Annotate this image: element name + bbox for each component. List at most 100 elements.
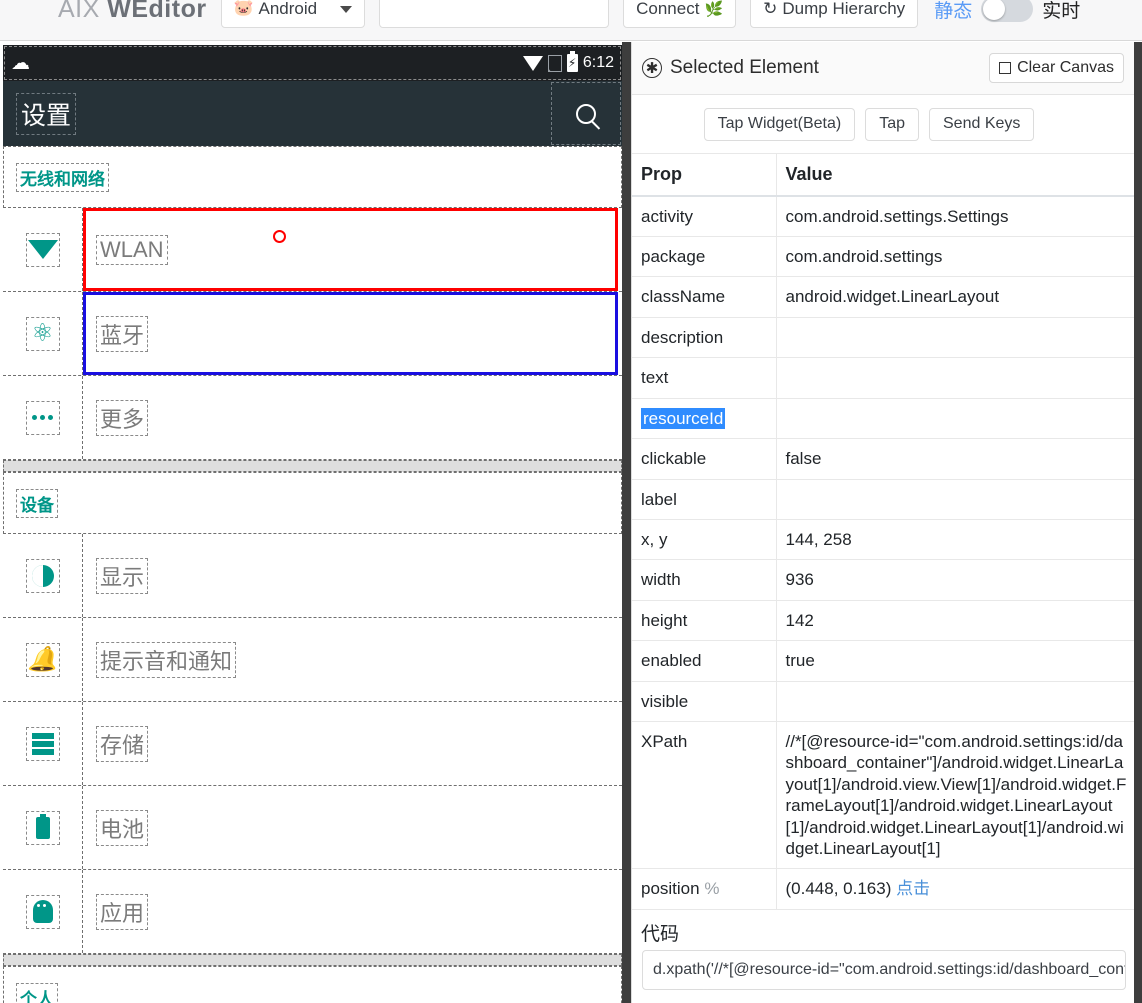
table-row[interactable]: height 142: [632, 599, 1134, 642]
dump-hierarchy-label: Dump Hierarchy: [782, 0, 906, 18]
table-row[interactable]: text: [632, 357, 1134, 399]
list-item-sound[interactable]: 🔔 提示音和通知: [3, 618, 622, 702]
list-item-label: 显示: [95, 557, 149, 594]
prop-value: android.widget.LinearLayout: [776, 276, 1134, 318]
section-header-label: 设备: [16, 488, 58, 518]
prop-name: resourceId: [632, 397, 777, 440]
tap-marker-icon: [273, 230, 286, 243]
table-row[interactable]: className android.widget.LinearLayout: [632, 276, 1134, 318]
checkbox-icon[interactable]: [999, 62, 1012, 74]
prop-name: x, y: [632, 518, 777, 561]
list-item-icon-cell: [3, 534, 83, 617]
code-snippet-field[interactable]: d.xpath('//*[@resource-id="com.android.s…: [642, 949, 1126, 990]
list-item-icon-cell: [3, 786, 83, 869]
position-tap-link[interactable]: 点击: [896, 879, 930, 898]
target-icon: ✱: [642, 58, 662, 78]
wifi-icon: [522, 55, 543, 71]
device-appbar: 设置: [3, 81, 622, 146]
list-item-storage[interactable]: 存储: [3, 702, 622, 786]
section-header-personal: 个人: [3, 966, 622, 1003]
tap-button[interactable]: Tap: [865, 107, 919, 141]
prop-value: true: [776, 640, 1134, 682]
list-item-display[interactable]: 显示: [3, 534, 622, 618]
list-item-label: 存储: [95, 725, 149, 762]
send-keys-button[interactable]: Send Keys: [929, 107, 1035, 141]
connect-button[interactable]: Connect 🌿: [623, 0, 737, 28]
prop-name-selected: resourceId: [641, 407, 726, 429]
android-robot-icon: [25, 894, 60, 929]
battery-charging-icon: [566, 51, 578, 72]
prop-name: XPath: [632, 720, 777, 870]
prop-name: description: [632, 316, 777, 359]
device-canvas[interactable]: ☁ 6:12 设置 无线和网络 WLAN ⚛ 蓝牙: [3, 45, 622, 1003]
section-divider: [3, 954, 622, 966]
chevron-down-icon: [340, 5, 353, 13]
prop-name: enabled: [632, 640, 777, 682]
table-row[interactable]: clickable false: [632, 438, 1134, 480]
inspector-panel: ✱ Selected Element Clear Canvas Tap Widg…: [631, 42, 1134, 1003]
android-robot-icon: 🐷: [233, 0, 254, 17]
list-item-label: 更多: [95, 399, 149, 436]
bluetooth-icon: ⚛: [25, 316, 60, 351]
section-header-label: 个人: [16, 982, 58, 1003]
search-icon[interactable]: [550, 81, 622, 146]
scrollbar-thumb[interactable]: [622, 42, 631, 382]
list-item-label: WLAN: [96, 234, 168, 265]
device-serial-input[interactable]: [379, 0, 610, 28]
toggle-live-label: 实时: [1042, 0, 1081, 22]
statusbar-left: ☁: [11, 54, 30, 73]
list-item-apps[interactable]: 应用: [3, 870, 622, 954]
device-panel-scrollbar[interactable]: [622, 42, 631, 1003]
prop-value-position: (0.448, 0.163) 点击: [776, 868, 1134, 910]
list-item-label: 提示音和通知: [95, 641, 237, 678]
column-header-value: Value: [776, 152, 1134, 197]
table-row[interactable]: resourceId: [632, 397, 1134, 440]
clear-canvas-button[interactable]: Clear Canvas: [989, 53, 1124, 83]
platform-dropdown[interactable]: 🐷 Android: [220, 0, 366, 28]
prop-value: [776, 478, 1134, 520]
list-item-wlan[interactable]: WLAN: [3, 208, 622, 292]
device-screen-panel[interactable]: ☁ 6:12 设置 无线和网络 WLAN ⚛ 蓝牙: [0, 42, 630, 1003]
platform-label: Android: [258, 0, 318, 18]
prop-name-position: position %: [632, 868, 777, 910]
list-item-bluetooth[interactable]: ⚛ 蓝牙: [3, 292, 622, 376]
statusbar-time: 6:12: [582, 54, 614, 71]
table-row[interactable]: activity com.android.settings.Settings: [632, 195, 1134, 238]
table-row-xpath[interactable]: XPath//*[@resource-id="com.android.setti…: [632, 720, 1134, 870]
table-row[interactable]: label: [632, 478, 1134, 520]
list-item-more[interactable]: 更多: [3, 376, 622, 460]
table-row[interactable]: description: [632, 316, 1134, 359]
list-item-battery[interactable]: 电池: [3, 786, 622, 870]
connect-label: Connect: [636, 0, 700, 18]
table-row[interactable]: x, y 144, 258: [632, 518, 1134, 561]
position-coords: (0.448, 0.163): [785, 879, 892, 899]
clear-canvas-label: Clear Canvas: [1017, 59, 1114, 76]
list-item-label: 应用: [95, 893, 149, 930]
table-header-row: Prop Value: [632, 152, 1134, 197]
prop-value-xpath: //*[@resource-id="com.android.settings:i…: [776, 720, 1134, 870]
table-row[interactable]: width 936: [632, 559, 1134, 601]
position-label: position: [641, 879, 700, 899]
toggle-static-label: 静态: [934, 0, 973, 22]
cloud-icon: ☁: [11, 52, 30, 74]
section-header-wireless: 无线和网络: [3, 146, 622, 208]
prop-name: text: [632, 357, 777, 399]
dump-hierarchy-button[interactable]: ↻ Dump Hierarchy: [750, 0, 919, 28]
brand-name: WEditor: [107, 0, 207, 23]
mode-toggle-group[interactable]: 静态 实时: [934, 0, 1080, 23]
table-row-position[interactable]: position % (0.448, 0.163) 点击: [632, 868, 1134, 910]
properties-table: Prop Value activity com.android.settings.…: [632, 152, 1134, 910]
storage-icon: [25, 726, 60, 761]
list-item-icon-cell: [3, 702, 83, 785]
brightness-icon: [25, 558, 60, 593]
table-row[interactable]: visible: [632, 680, 1134, 722]
static-live-switch[interactable]: [981, 0, 1034, 22]
prop-value: false: [776, 438, 1134, 480]
table-row[interactable]: package com.android.settings: [632, 236, 1134, 278]
inspector-scrollbar[interactable]: [1134, 42, 1142, 1003]
table-row[interactable]: enabled true: [632, 640, 1134, 682]
battery-icon: [25, 810, 60, 845]
list-item-icon-cell: [3, 870, 83, 953]
plug-icon: 🌿: [704, 1, 724, 18]
tap-widget-button[interactable]: Tap Widget(Beta): [703, 107, 856, 141]
